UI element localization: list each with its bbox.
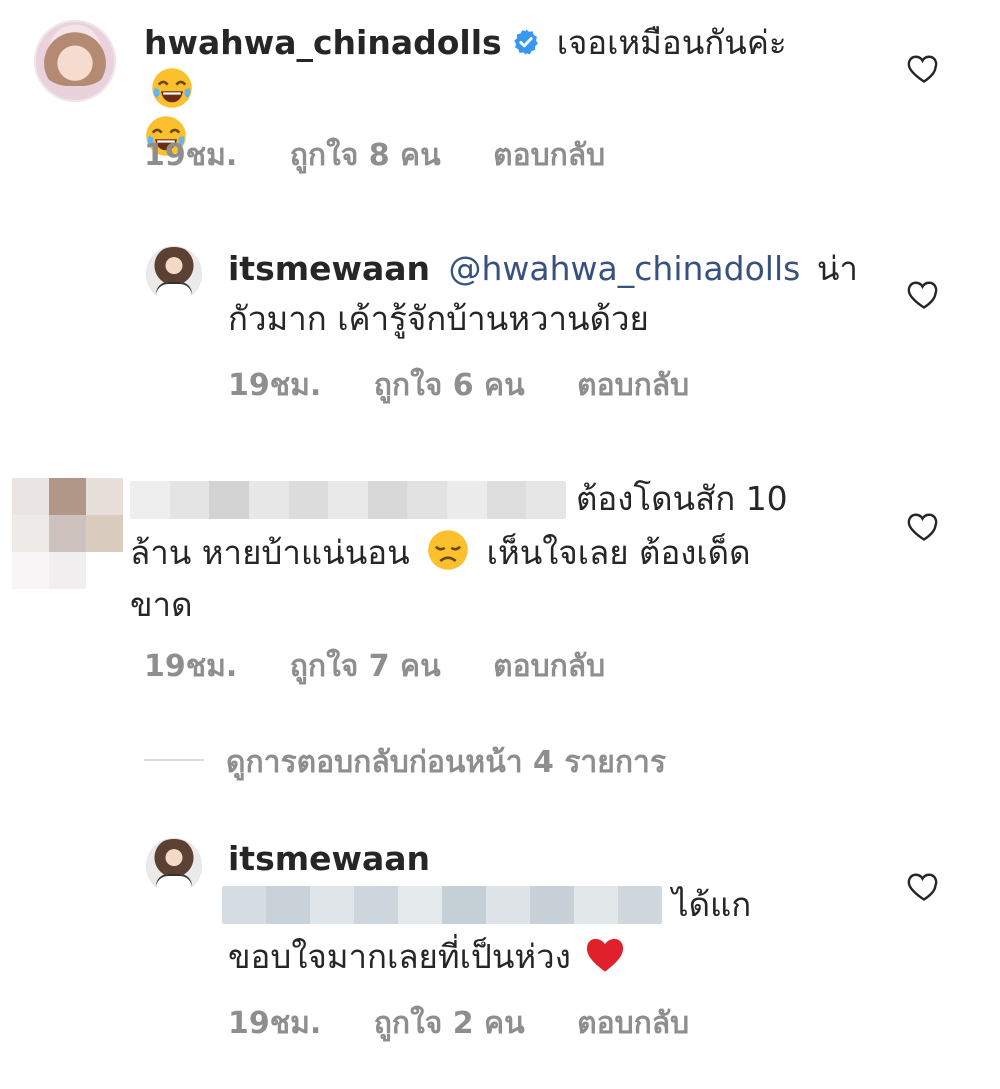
laughing-emoji-icon bbox=[152, 68, 192, 108]
avatar-itsmewaan[interactable] bbox=[146, 246, 202, 302]
comment-4: itsmewaan bbox=[228, 837, 878, 881]
heart-outline-icon[interactable] bbox=[906, 50, 942, 86]
comment-text-line1: ต้องโดนสัก 10 bbox=[576, 479, 788, 518]
comment-text-line2: กัวมาก เค้ารู้จักบ้านหวานด้วย bbox=[228, 299, 649, 338]
view-previous-replies[interactable]: ดูการตอบกลับก่อนหน้า 4 รายการ bbox=[226, 739, 666, 786]
pixelated-avatar[interactable] bbox=[12, 478, 124, 590]
comment-meta: 19ชม. ถูกใจ 2 คน ตอบกลับ bbox=[228, 1000, 731, 1047]
reply-button[interactable]: ตอบกลับ bbox=[493, 649, 605, 684]
comment-text-line1: ได้แก bbox=[672, 885, 752, 924]
comment-3: ต้องโดนสัก 10 ล้าน หายบ้าแน่นอน เห็นใจเล… bbox=[130, 476, 830, 628]
likes-count[interactable]: ถูกใจ 2 คน bbox=[374, 1006, 525, 1041]
comment-4-line2: ขอบใจมากเลยที่เป็นห่วง bbox=[228, 932, 627, 980]
comment-meta: 19ชม. ถูกใจ 8 คน ตอบกลับ bbox=[144, 132, 647, 179]
disappointed-emoji-icon bbox=[428, 530, 468, 570]
likes-count[interactable]: ถูกใจ 6 คน bbox=[374, 368, 525, 403]
heart-outline-icon[interactable] bbox=[906, 276, 942, 312]
comment-meta: 19ชม. ถูกใจ 6 คน ตอบกลับ bbox=[228, 362, 731, 409]
comment-2: itsmewaan @hwahwa_chinadolls น่า กัวมาก … bbox=[228, 246, 878, 342]
likes-count[interactable]: ถูกใจ 7 คน bbox=[290, 649, 441, 684]
timestamp: 19ชม. bbox=[144, 649, 238, 684]
heart-outline-icon[interactable] bbox=[906, 508, 942, 544]
comment-text-line2a: ล้าน หายบ้าแน่นอน bbox=[130, 533, 410, 572]
divider-line bbox=[144, 759, 204, 761]
avatar-itsmewaan[interactable] bbox=[146, 838, 202, 894]
reply-button[interactable]: ตอบกลับ bbox=[493, 138, 605, 173]
mention-link[interactable]: @hwahwa_chinadolls bbox=[449, 249, 801, 288]
verified-badge-icon bbox=[514, 29, 539, 55]
timestamp: 19ชม. bbox=[228, 1006, 322, 1041]
red-heart-emoji-icon bbox=[587, 938, 624, 972]
avatar-hwahwa[interactable] bbox=[34, 20, 116, 102]
comment-text-line3: ขาด bbox=[130, 585, 193, 624]
username[interactable]: itsmewaan bbox=[228, 249, 430, 288]
comment-text-line2: ขอบใจมากเลยที่เป็นห่วง bbox=[228, 937, 571, 976]
comment-text: เจอเหมือนกันค่ะ bbox=[556, 23, 787, 62]
blurred-text bbox=[222, 886, 662, 924]
heart-outline-icon[interactable] bbox=[906, 868, 942, 904]
timestamp: 19ชม. bbox=[144, 138, 238, 173]
comment-meta: 19ชม. ถูกใจ 7 คน ตอบกลับ bbox=[144, 643, 647, 690]
comment-text-line2b: เห็นใจเลย ต้องเด็ด bbox=[486, 533, 751, 572]
timestamp: 19ชม. bbox=[228, 368, 322, 403]
reply-button[interactable]: ตอบกลับ bbox=[577, 1006, 689, 1041]
username[interactable]: hwahwa_chinadolls bbox=[144, 23, 502, 62]
comment-text-line1: น่า bbox=[816, 249, 858, 288]
username[interactable]: itsmewaan bbox=[228, 837, 878, 881]
likes-count[interactable]: ถูกใจ 8 คน bbox=[290, 138, 441, 173]
reply-button[interactable]: ตอบกลับ bbox=[577, 368, 689, 403]
